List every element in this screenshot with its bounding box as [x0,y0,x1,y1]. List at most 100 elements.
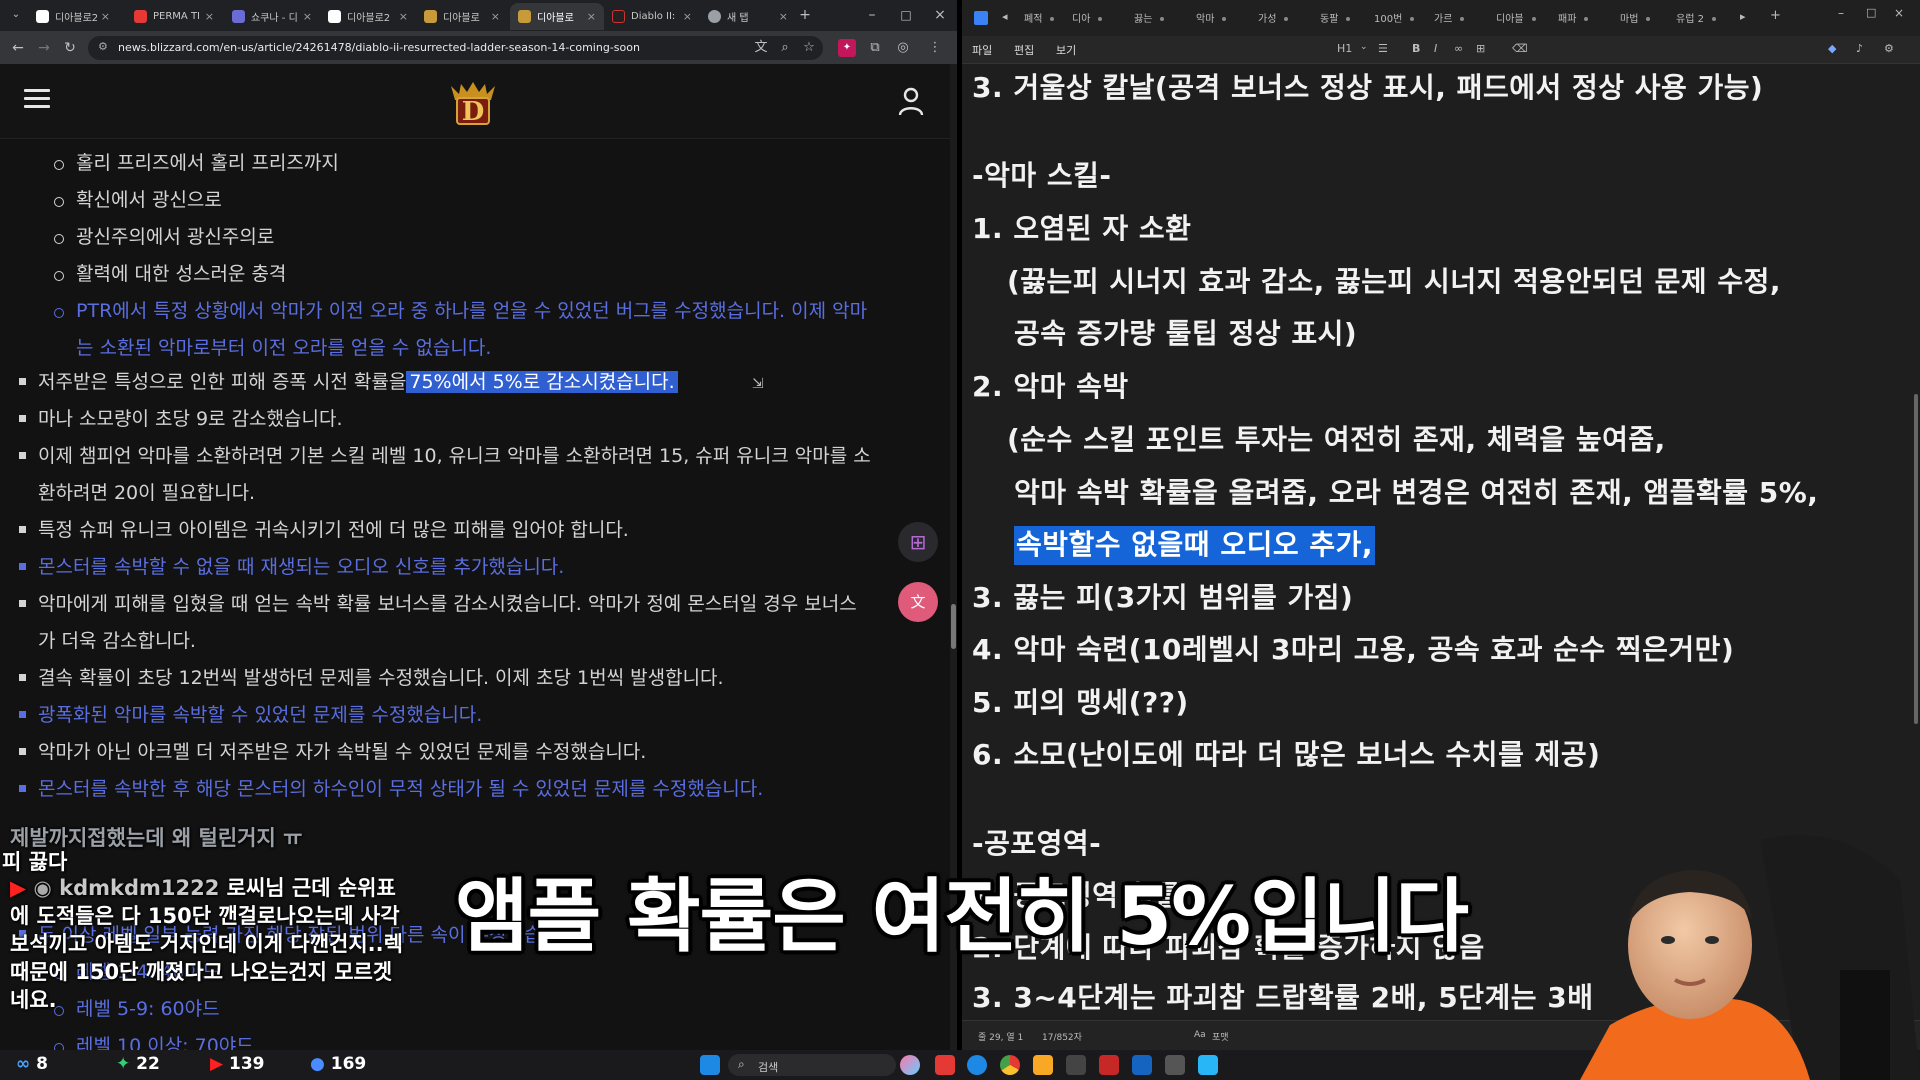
editor-tab[interactable]: 끓는 [1134,10,1165,28]
profile-icon[interactable]: ◎ [894,39,912,57]
terminal-icon[interactable] [1165,1055,1185,1075]
extension-icon[interactable]: ✦ [838,39,856,57]
browser-tab[interactable]: 새 탭 × [700,3,796,30]
browser-tab-active[interactable]: 디아블로 × [510,3,604,30]
kebab-menu-icon[interactable]: ⋮ [926,39,944,57]
hamburger-menu-icon[interactable] [24,89,50,109]
reload-icon[interactable]: ↻ [60,38,80,58]
browser-tab[interactable]: Diablo II: × [604,3,700,30]
format-label[interactable]: 포맷 [1212,1030,1229,1043]
obs-recorder-icon[interactable] [1099,1055,1119,1075]
close-icon[interactable]: × [587,10,596,23]
bell-icon[interactable]: ♪ [1856,42,1863,55]
translate-float-icon[interactable]: 文 [898,582,938,622]
text-selection[interactable]: 속박할수 없을때 오디오 추가, [1014,526,1376,565]
back-arrow-icon[interactable]: ← [8,38,28,58]
window-close-icon[interactable]: × [930,5,950,25]
editor-tab[interactable]: 가성 [1258,10,1289,28]
editor-line: -악마 스킬- [972,159,1112,192]
maximize-icon[interactable]: □ [896,5,916,25]
site-info-icon[interactable]: ⚙ [98,40,108,53]
bookmark-star-icon[interactable]: ☆ [800,39,818,57]
table-icon[interactable]: ⊞ [1476,42,1485,55]
minimize-icon[interactable]: – [862,5,882,25]
new-tab-icon[interactable]: + [795,5,815,25]
close-icon[interactable]: × [683,10,692,23]
youtube-icon[interactable] [935,1055,955,1075]
taskbar-search[interactable]: ⌕ 검색 [728,1054,896,1076]
browser-tab[interactable]: 디아블로2 × [28,3,118,30]
copilot-icon[interactable]: ◆ [1828,42,1836,55]
editor-tab[interactable]: 폐적 [1024,10,1055,28]
tab-scroll-left-icon[interactable]: ◂ [1002,10,1008,28]
logo-letter: D [462,97,485,126]
app-icon[interactable] [1132,1055,1152,1075]
tab-label: 폐적 [1024,14,1043,25]
close-icon[interactable]: × [303,10,312,23]
tab-label: 100번 [1374,14,1403,25]
bold-icon[interactable]: B [1412,42,1420,55]
italic-icon[interactable]: I [1434,42,1437,55]
patch-note-line: 레벨 10 이상: 70야드 [76,1035,254,1050]
forward-arrow-icon[interactable]: → [34,38,54,58]
address-bar[interactable]: ⚙ news.blizzard.com/en-us/article/242614… [88,36,823,60]
edge-browser-icon[interactable] [967,1055,987,1075]
editor-tab[interactable]: 가르 [1434,10,1465,28]
scrollbar-thumb[interactable] [951,604,956,649]
tab-favicon-icon [328,10,341,23]
scrollbar-thumb[interactable] [1914,394,1918,724]
bullet [19,378,26,385]
heading-dropdown[interactable]: H1 [1337,42,1352,55]
editor-tab[interactable]: 100번 [1374,10,1415,28]
browser-tab[interactable]: PERMA TI × [126,3,222,30]
editor-tab[interactable]: 유럽 2 [1676,10,1716,28]
close-icon[interactable]: × [399,10,408,23]
menu-file[interactable]: 파일 [972,42,992,58]
chevron-down-icon[interactable]: ⌄ [1360,42,1368,52]
clear-format-icon[interactable]: ⌫ [1512,42,1528,55]
menu-edit[interactable]: 편집 [1014,42,1034,58]
list-icon[interactable]: ☰ [1378,42,1388,55]
sub-bullet [54,1043,64,1050]
account-icon[interactable] [898,86,924,116]
close-icon[interactable]: × [101,10,110,23]
maximize-icon[interactable]: □ [1866,6,1876,24]
close-icon[interactable]: × [205,10,214,23]
copilot-icon[interactable] [900,1055,920,1075]
tab-search-icon[interactable]: ⌄ [6,5,26,25]
chrome-browser-icon[interactable] [1000,1055,1020,1075]
grid-add-icon[interactable]: ⊞ [898,522,938,562]
editor-tab[interactable]: 동팔 [1320,10,1351,28]
store-icon[interactable] [1066,1055,1086,1075]
new-tab-icon[interactable]: + [1770,8,1781,26]
editor-tab[interactable]: 패파 [1558,10,1589,28]
file-explorer-icon[interactable] [1033,1055,1053,1075]
minimize-icon[interactable]: – [1838,6,1844,24]
settings-gear-icon[interactable]: ⚙ [1884,42,1894,55]
windows-start-icon[interactable] [700,1055,720,1075]
editor-tab[interactable]: 악마 [1196,10,1227,28]
browser-tab[interactable]: 쇼쿠나 - 디 × [224,3,320,30]
diablo-logo[interactable]: D [447,80,499,126]
extensions-puzzle-icon[interactable]: ⧉ [866,39,884,57]
window-close-icon[interactable]: × [1894,6,1904,24]
menu-view[interactable]: 보기 [1056,42,1076,58]
close-icon[interactable]: × [491,10,500,23]
tab-scroll-right-icon[interactable]: ▸ [1740,10,1746,28]
notepad-icon[interactable] [1198,1055,1218,1075]
close-icon[interactable]: × [779,10,788,23]
browser-tab[interactable]: 디아블로 × [416,3,508,30]
link-icon[interactable]: ∞ [1454,42,1463,55]
text-selection[interactable]: 75%에서 5%로 감소시켰습니다. [406,371,678,393]
patch-note-line: 마나 소모량이 초당 9로 감소했습니다. [38,408,343,430]
browser-tab[interactable]: 디아블로2 × [320,3,416,30]
editor-tab[interactable]: 디아 [1072,10,1103,28]
editor-tab-strip: ◂ 폐적 디아 끓는 악마 가성 동팔 100번 가르 디아블 패파 마법 유럽… [962,0,1920,36]
stat-value: 8 [36,1054,48,1074]
patch-note-line: 확신에서 광신으로 [76,189,222,211]
zoom-icon[interactable]: ⌕ [776,39,794,57]
editor-tab[interactable]: 마법 [1620,10,1651,28]
sub-bullet [54,160,64,170]
editor-tab[interactable]: 디아블 [1496,10,1536,28]
translate-icon[interactable]: 文 [752,39,770,57]
